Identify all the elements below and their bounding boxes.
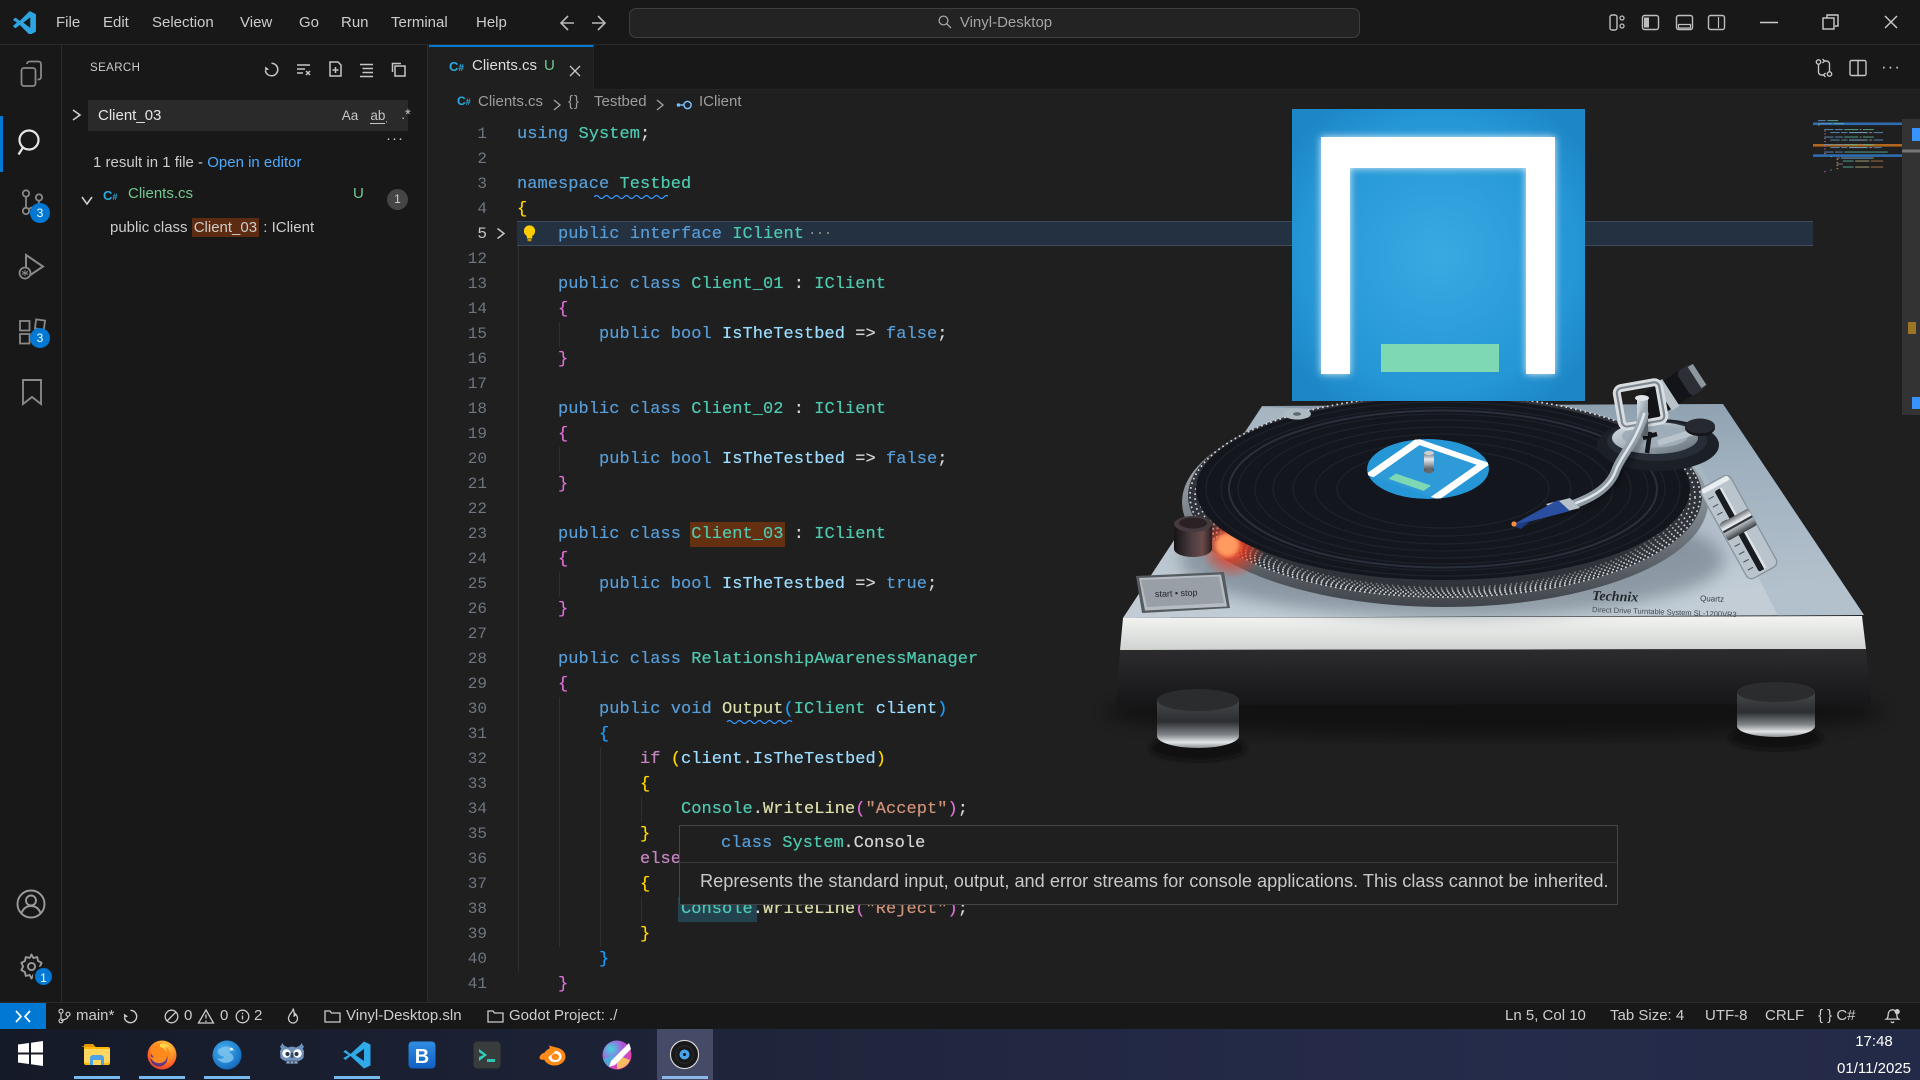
svg-text:B: B (415, 1046, 429, 1068)
svg-text:Technix: Technix (1592, 589, 1639, 606)
svg-text:Quartz: Quartz (1700, 594, 1724, 604)
svg-text:start • stop: start • stop (1155, 588, 1198, 599)
